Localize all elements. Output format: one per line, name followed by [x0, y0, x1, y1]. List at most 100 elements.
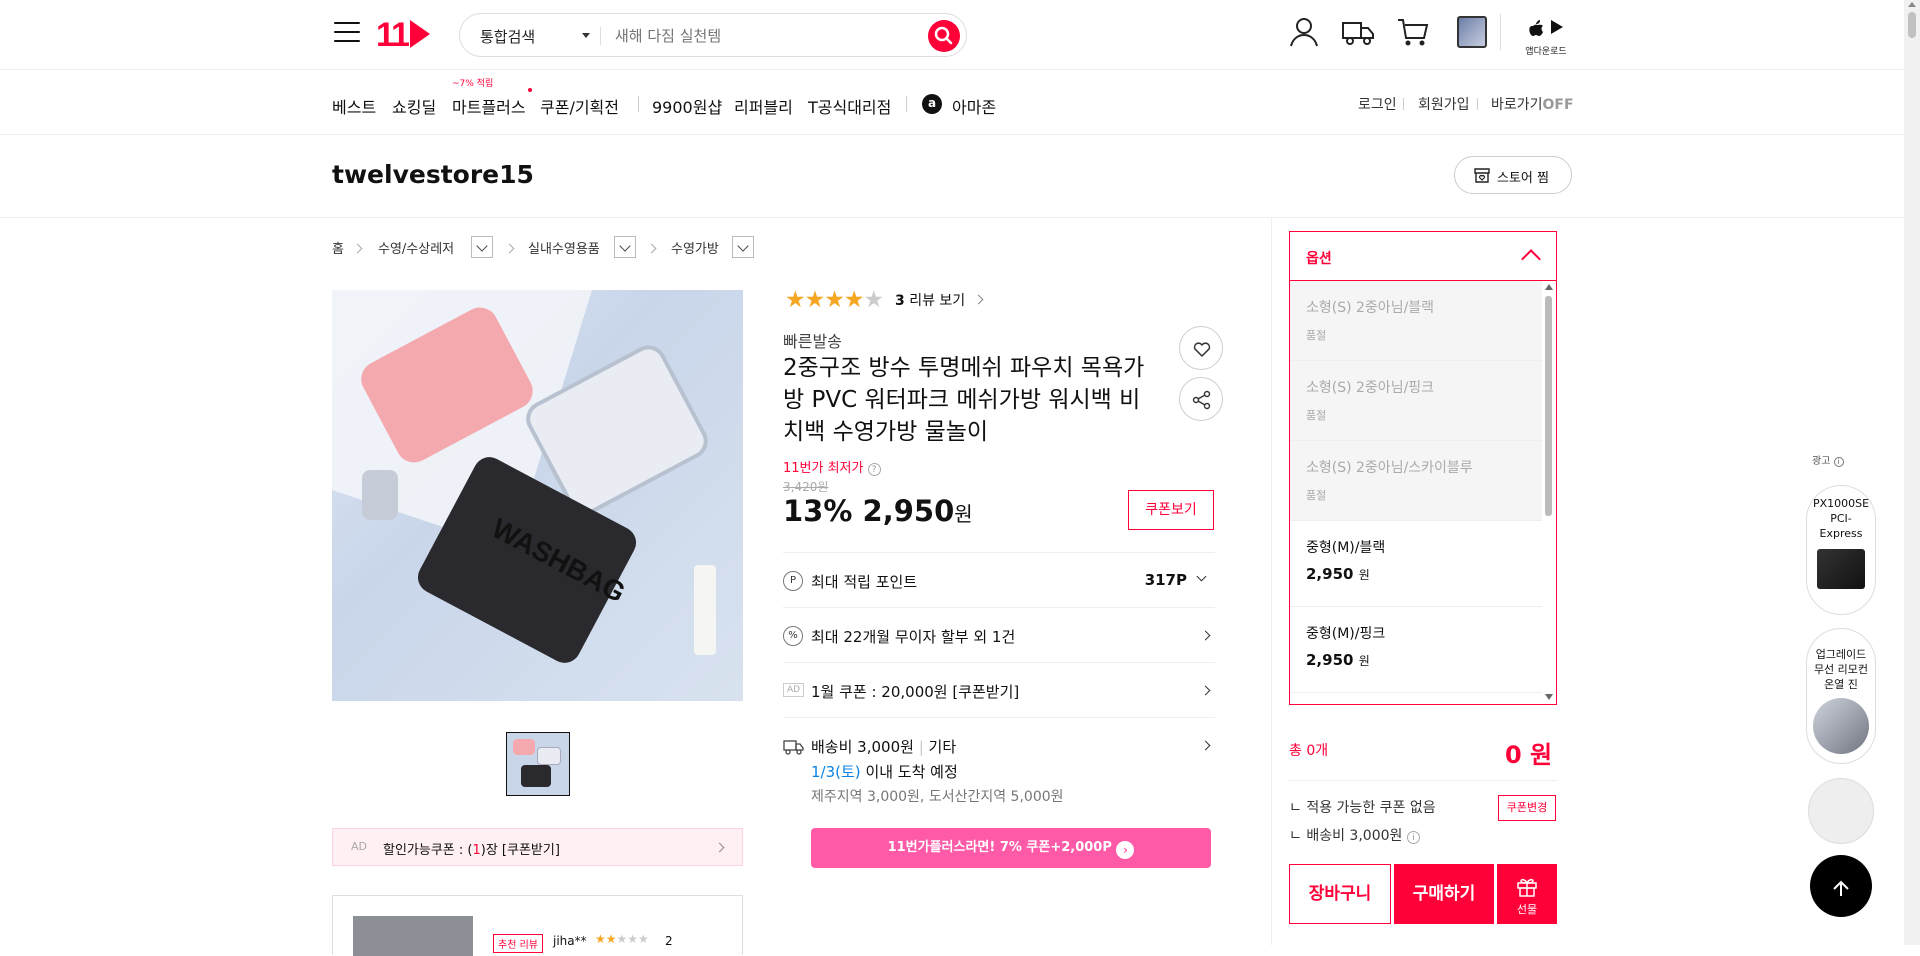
ad-tag: AD [783, 683, 805, 697]
points-row[interactable]: P 최대 적립 포인트 317P [783, 552, 1215, 607]
review-photo[interactable] [353, 916, 473, 956]
scrollbar-thumb[interactable] [1545, 296, 1552, 516]
signup-link[interactable]: 회원가입 [1418, 94, 1470, 114]
rating-stars: ★★★★★ [785, 287, 884, 313]
arrow-up-icon [1833, 880, 1849, 896]
review-preview[interactable]: 추천 리뷰 jiha** ★★★★★ 2 [332, 895, 743, 956]
breadcrumb-dropdown[interactable] [614, 236, 636, 258]
extra-fee: 제주지역 3,000원, 도서산간지역 5,000원 [811, 789, 1064, 805]
price-value: 2,950 [862, 494, 955, 528]
cart-icon[interactable] [1395, 14, 1431, 50]
mart-badge: ~7% 적립 [452, 79, 494, 89]
fast-delivery-tag: 빠른발송 [783, 332, 842, 351]
coupon-ad-row[interactable]: AD 1월 쿠폰 : 20,000원 [쿠폰받기] [783, 662, 1215, 717]
scroll-up-icon [1908, 2, 1916, 7]
breadcrumb-cat3[interactable]: 수영가방 [671, 238, 719, 257]
breadcrumb-cat1[interactable]: 수영/수상레저 [378, 238, 454, 257]
option-item[interactable]: 중형(M)/블랙 2,950 원 [1290, 521, 1542, 607]
option-item: 소형(S) 2중아님/블랙 품절 [1290, 281, 1542, 361]
product-thumbnail[interactable] [506, 732, 570, 796]
chevron-down-icon [1196, 571, 1207, 582]
coupon-none: ㄴ 적용 가능한 쿠폰 없음 [1289, 800, 1436, 816]
heart-icon [1193, 342, 1211, 358]
breadcrumb-dropdown[interactable] [732, 236, 754, 258]
gift-button[interactable]: 선물 [1497, 864, 1557, 924]
option-scrollbar[interactable] [1544, 282, 1553, 702]
truck-icon [783, 740, 804, 755]
breadcrumb-dropdown[interactable] [471, 236, 493, 258]
chevron-right-icon [352, 243, 363, 254]
chevron-right-icon [1200, 685, 1211, 696]
chevron-right-icon [714, 842, 725, 853]
store-name[interactable]: twelvestore15 [332, 160, 534, 189]
scroll-up-icon [1545, 284, 1553, 290]
ad-item-image[interactable] [1808, 778, 1874, 844]
coupon-view-button[interactable]: 쿠폰보기 [1128, 490, 1214, 530]
divider [1289, 780, 1557, 781]
option-price: 2,950 원 [1306, 651, 1370, 669]
ad-item[interactable]: PX1000SE PCI-Express [1806, 485, 1876, 615]
site-logo[interactable]: 11 [376, 16, 430, 55]
scroll-down-icon [1545, 694, 1553, 700]
amazon-icon[interactable]: a [922, 94, 942, 114]
app-download-label: 앱다운로드 [1525, 47, 1567, 57]
ad-coupon-banner[interactable]: AD 할인가능쿠폰 : (1)장 [쿠폰받기] [332, 828, 743, 866]
ad-tag: AD [351, 840, 367, 853]
nav-t-official[interactable]: T공식대리점 [808, 94, 891, 118]
user-icon[interactable] [1286, 14, 1322, 50]
search-input[interactable] [615, 24, 895, 48]
recent-item-thumbnail[interactable] [1457, 16, 1487, 48]
review-link[interactable]: 3 리뷰 보기 [895, 290, 965, 310]
search-button[interactable] [928, 20, 960, 52]
installment-row[interactable]: % 최대 22개월 무이자 할부 외 1건 [783, 607, 1215, 662]
share-button[interactable] [1179, 377, 1223, 421]
product-image[interactable]: WASHBAG [332, 290, 743, 701]
nav-9900[interactable]: 9900원샵 [652, 94, 722, 118]
coupon-change-button[interactable]: 쿠폰변경 [1498, 795, 1556, 821]
top-header: 11 통합검색 앱다운로드 [0, 0, 1904, 70]
divider [1271, 218, 1272, 945]
add-to-cart-button[interactable]: 장바구니 [1289, 864, 1391, 924]
scrollbar-thumb[interactable] [1908, 12, 1916, 38]
total-count: 총 0개 [1289, 743, 1329, 759]
nav-refurbly[interactable]: 리퍼블리 [734, 94, 793, 118]
nav-amazon[interactable]: 아마존 [952, 94, 996, 118]
chevron-down-icon[interactable] [582, 33, 590, 38]
scroll-top-button[interactable] [1810, 855, 1872, 917]
shipping-row[interactable]: 배송비 3,000원 | 기타 1/3(토) 이내 도착 예정 제주지역 3,0… [783, 717, 1215, 817]
chevron-right-icon [646, 243, 657, 254]
nav-shocking-deal[interactable]: 쇼킹딜 [392, 94, 436, 118]
option-header-label: 옵션 [1306, 251, 1332, 267]
nav-mart-plus[interactable]: 마트플러스 [452, 94, 526, 118]
login-link[interactable]: 로그인 [1358, 94, 1397, 114]
review-badge: 추천 리뷰 [493, 934, 543, 953]
share-icon [1192, 390, 1211, 410]
page-scrollbar[interactable] [1904, 0, 1920, 945]
option-name: 소형(S) 2중아님/블랙 [1306, 300, 1435, 316]
nav-best[interactable]: 베스트 [332, 94, 376, 118]
apple-playstore-icon [1529, 20, 1563, 36]
nav-coupon[interactable]: 쿠폰/기획전 [540, 94, 619, 118]
chevron-up-icon[interactable] [1521, 249, 1541, 269]
app-download[interactable]: 앱다운로드 [1520, 16, 1572, 57]
option-name: 소형(S) 2중아님/핑크 [1306, 380, 1435, 396]
search-category[interactable]: 통합검색 [480, 26, 535, 47]
option-item[interactable]: 중형(M)/핑크 2,950 원 [1290, 607, 1542, 693]
menu-icon[interactable] [334, 22, 360, 44]
breadcrumb-cat2[interactable]: 실내수영용품 [528, 238, 600, 257]
option-item: 소형(S) 2중아님/핑크 품절 [1290, 361, 1542, 441]
new-dot [528, 88, 532, 92]
ad-item[interactable]: 업그레이드 무선 리모컨 온열 진 [1806, 628, 1876, 764]
product-photo-illustration: WASHBAG [332, 290, 716, 663]
delivery-truck-icon[interactable] [1340, 14, 1376, 50]
breadcrumb-home[interactable]: 홈 [332, 238, 344, 257]
store-fav-button[interactable]: 스토어 찜 [1454, 156, 1572, 194]
gift-label: 선물 [1516, 903, 1538, 916]
option-header[interactable]: 옵션 [1290, 232, 1556, 281]
installment-label: 최대 22개월 무이자 할부 외 1건 [811, 628, 1016, 646]
wishlist-button[interactable] [1179, 326, 1223, 370]
plus-banner[interactable]: 11번가플러스라면! 7% 쿠폰+2,000P › [811, 828, 1211, 868]
shortcut-toggle[interactable]: 바로가기OFF [1491, 94, 1574, 114]
point-icon: P [783, 571, 803, 591]
buy-now-button[interactable]: 구매하기 [1394, 864, 1494, 924]
